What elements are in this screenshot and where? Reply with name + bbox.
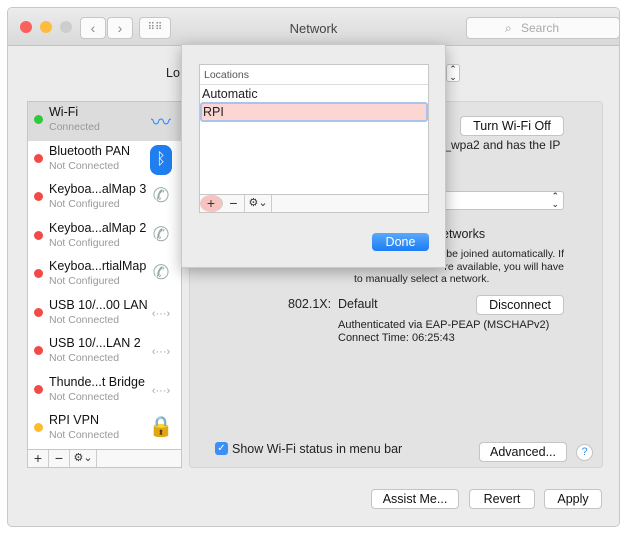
location-item-automatic[interactable]: Automatic xyxy=(202,87,258,101)
phone-icon: ✆ xyxy=(152,262,170,284)
ethernet-icon: ‹···› xyxy=(151,346,171,358)
status-dot xyxy=(34,230,43,240)
service-item[interactable]: Thunde...t Bridge Not Connected ‹···› xyxy=(28,372,181,411)
service-name: USB 10/...LAN 2 xyxy=(49,336,141,350)
service-list: RPI VPN Not Connected 🔒 Thunde...t Bridge No… xyxy=(27,101,182,468)
service-status: Not Configured xyxy=(49,236,120,249)
search-input[interactable]: ⌕ Search xyxy=(466,17,619,39)
dot1x-value: Default xyxy=(338,297,378,311)
location-item-rpi[interactable]: RPI xyxy=(200,102,428,122)
show-wifi-status-checkbox[interactable]: ✓ xyxy=(215,442,228,455)
service-item[interactable]: Keyboa...alMap 2 Not Configured ✆ xyxy=(28,218,181,257)
service-item[interactable]: Wi-Fi Connected 〰 xyxy=(28,102,181,141)
status-dot xyxy=(34,115,43,124)
status-dot xyxy=(34,384,43,394)
service-status: Not Connected xyxy=(49,313,120,326)
status-dot xyxy=(34,307,43,317)
locations-toolbar: + − ⚙⌄ xyxy=(200,194,428,212)
locations-list: Locations Automatic RPI + − ⚙⌄ xyxy=(199,64,429,213)
network-name-popup[interactable]: ⌃ ⌄ xyxy=(440,191,564,210)
disconnect-button[interactable]: Disconnect xyxy=(476,295,564,315)
wifi-status-text: pi_wpa2 and has the IP xyxy=(435,138,561,152)
advanced-button[interactable]: Advanced... xyxy=(479,442,567,462)
phone-icon: ✆ xyxy=(152,185,170,207)
service-status: Not Connected xyxy=(49,352,120,364)
service-name: Keyboa...alMap 2 xyxy=(49,220,147,235)
service-item[interactable]: RPI VPN Not Connected 🔒 xyxy=(28,410,181,449)
service-item[interactable]: USB 10/...00 LAN Not Connected ‹···› xyxy=(28,295,181,334)
location-actions-gear-button[interactable]: ⚙⌄ xyxy=(245,195,272,212)
service-item[interactable]: Keyboa...rtialMap Not Configured ✆ xyxy=(28,256,181,295)
service-item[interactable]: Bluetooth PAN Not Connected ᛒ xyxy=(28,141,181,180)
service-name: Wi-Fi xyxy=(49,105,79,119)
ethernet-icon: ‹···› xyxy=(151,384,171,397)
service-name: USB 10/...00 LAN xyxy=(49,297,148,312)
service-status: Not Connected xyxy=(49,429,120,441)
bluetooth-icon: ᛒ xyxy=(150,144,172,175)
status-dot xyxy=(34,423,43,432)
turn-wifi-off-button[interactable]: Turn Wi-Fi Off xyxy=(460,116,564,136)
locations-header: Locations xyxy=(200,65,428,85)
auth-info: Authenticated via EAP-PEAP (MSCHAPv2) xyxy=(338,319,550,331)
help-button[interactable]: ? xyxy=(576,444,593,461)
service-name: Bluetooth PAN xyxy=(49,143,131,158)
service-status: Not Connected xyxy=(49,390,120,403)
service-actions-gear-button[interactable]: ⚙⌄ xyxy=(70,450,97,467)
connect-time: Connect Time: 06:25:43 xyxy=(338,332,455,344)
status-dot xyxy=(34,153,43,163)
ethernet-icon: ‹···› xyxy=(151,307,171,320)
service-name: RPI VPN xyxy=(49,413,100,427)
location-popup-chevron[interactable]: ⌃ ⌄ xyxy=(446,64,460,82)
service-item[interactable]: USB 10/...LAN 2 Not Connected ‹···› xyxy=(28,333,181,372)
done-button[interactable]: Done xyxy=(372,233,429,251)
service-status: Not Configured xyxy=(49,198,120,210)
locations-sheet: Locations Automatic RPI + − ⚙⌄ Done xyxy=(181,44,446,268)
add-location-button[interactable]: + xyxy=(200,195,223,212)
status-dot xyxy=(34,192,43,201)
service-status: Connected xyxy=(49,121,100,133)
service-status: Not Configured xyxy=(49,275,120,287)
dot1x-label: 802.1X: xyxy=(288,297,332,311)
desc-line: to manually select a network. xyxy=(354,273,490,285)
status-dot xyxy=(34,269,43,278)
phone-icon: ✆ xyxy=(152,223,170,246)
service-status: Not Connected xyxy=(49,159,120,172)
wifi-icon: 〰 xyxy=(151,112,171,134)
remove-location-button[interactable]: − xyxy=(223,195,245,212)
service-name: Keyboa...alMap 3 xyxy=(49,182,147,196)
service-name: Thunde...t Bridge xyxy=(49,374,145,389)
remove-service-button[interactable]: − xyxy=(49,450,70,467)
show-wifi-status-label: Show Wi-Fi status in menu bar xyxy=(232,442,403,456)
service-item[interactable]: Keyboa...alMap 3 Not Configured ✆ xyxy=(28,179,181,218)
revert-button[interactable]: Revert xyxy=(469,489,535,509)
location-label: Lo xyxy=(166,66,180,80)
service-name: Keyboa...rtialMap xyxy=(49,259,147,273)
assist-me-button[interactable]: Assist Me... xyxy=(371,489,459,509)
add-service-button[interactable]: + xyxy=(28,450,49,467)
apply-button[interactable]: Apply xyxy=(544,489,602,509)
search-placeholder: Search xyxy=(521,21,560,35)
service-list-toolbar: + − ⚙⌄ xyxy=(28,449,181,467)
lock-icon: 🔒 xyxy=(148,416,174,438)
ask-join-networks-heading: etworks xyxy=(442,227,486,241)
search-icon: ⌕ xyxy=(505,21,512,35)
status-dot xyxy=(34,346,43,355)
title-bar: ‹ › ⠿⠿ Network ⌕ Search xyxy=(8,8,619,46)
